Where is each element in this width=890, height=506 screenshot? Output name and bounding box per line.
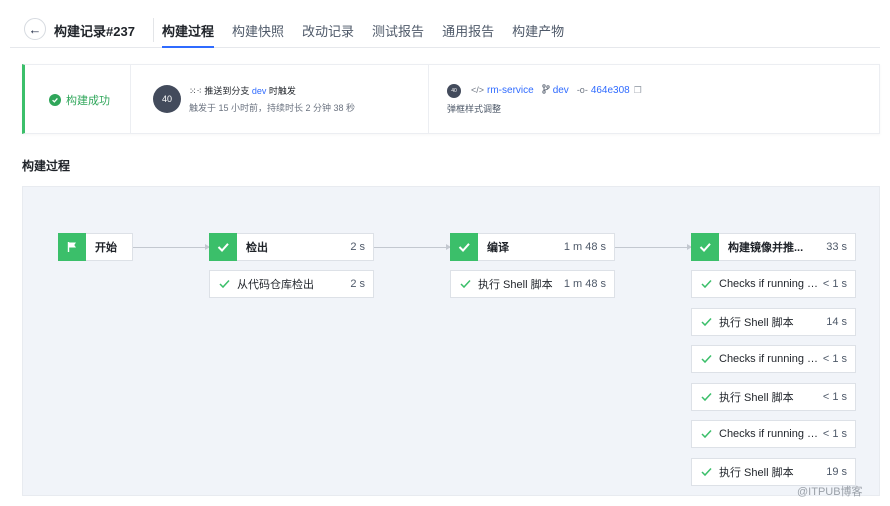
divider [428,65,429,133]
step-item[interactable]: 执行 Shell 脚本 19 s [691,458,856,486]
step-duration: < 1 s [822,391,847,403]
stage-duration: 33 s [826,241,847,253]
step-item[interactable]: 执行 Shell 脚本 1 m 48 s [450,270,615,298]
stage-name: 检出 [246,242,268,254]
step-name: Checks if running o... [719,278,819,290]
page-header: ← 构建记录#237 构建过程 构建快照 改动记录 测试报告 通用报告 构建产物 [10,10,880,48]
title-divider [153,18,154,42]
branch-link[interactable]: dev [553,85,569,96]
step-duration: < 1 s [822,278,847,290]
trigger-summary: ⁙⁖ 推送到分支 dev 时触发 [189,84,296,97]
check-icon [691,233,719,261]
tab-build-artifacts[interactable]: 构建产物 [512,10,564,48]
status-label: 构建成功 [66,95,110,107]
status-badge: 构建成功 [49,92,110,108]
connector-line [374,244,451,250]
step-name: 执行 Shell 脚本 [478,279,553,291]
check-icon [701,392,713,402]
step-name: 执行 Shell 脚本 [719,392,794,404]
step-duration: < 1 s [822,428,847,440]
step-item[interactable]: 执行 Shell 脚本 14 s [691,308,856,336]
connector-line [615,244,692,250]
step-duration: 1 m 48 s [563,278,606,290]
tab-general-report[interactable]: 通用报告 [442,10,494,48]
avatar: 40 [153,85,181,113]
connector-line [133,244,210,250]
watermark: @ITPUB博客 [797,486,863,498]
pipeline-start-node[interactable]: 开始 [58,233,133,261]
step-item[interactable]: Checks if running o... < 1 s [691,420,856,448]
step-item[interactable]: Checks if running o... < 1 s [691,345,856,373]
stage-compile[interactable]: 编译 1 m 48 s [450,233,615,261]
stage-name: 构建镜像并推... [728,242,804,254]
commit-link[interactable]: 464e308 [591,85,630,96]
stage-duration: 1 m 48 s [563,241,606,253]
back-button[interactable]: ← [24,18,46,40]
section-title: 构建过程 [22,159,71,173]
repo-link[interactable]: rm-service [487,85,534,96]
repo-info: </> rm-service dev -o- 464e308 ❐ [468,84,642,96]
tab-test-report[interactable]: 测试报告 [372,10,424,48]
trigger-text: 推送到分支 [204,86,250,96]
step-duration: < 1 s [822,353,847,365]
step-name: Checks if running o... [719,353,819,365]
divider [130,65,131,133]
start-label: 开始 [95,242,117,254]
arrow-left-icon: ← [28,21,42,37]
repo-avatar: 40 [447,84,461,98]
page-title: 构建记录#237 [54,24,135,39]
step-item[interactable]: Checks if running o... < 1 s [691,270,856,298]
step-item[interactable]: 执行 Shell 脚本 < 1 s [691,383,856,411]
trigger-branch-link[interactable]: dev [252,86,267,96]
trigger-text-end: 时触发 [268,86,296,96]
check-icon [701,467,713,477]
check-icon [219,279,231,289]
flag-icon [58,233,86,261]
step-duration: 19 s [826,466,847,478]
stage-build-image[interactable]: 构建镜像并推... 33 s [691,233,856,261]
step-name: 执行 Shell 脚本 [719,467,794,479]
check-icon [450,233,478,261]
trigger-detail: 触发于 15 小时前，持续时长 2 分钟 38 秒 [189,103,356,113]
check-icon [701,279,713,289]
tab-build-process[interactable]: 构建过程 [162,10,215,48]
commit-icon: -o- [576,85,588,95]
branch-icon [541,84,550,96]
check-icon [209,233,237,261]
tab-build-snapshot[interactable]: 构建快照 [232,10,284,48]
check-icon [701,317,713,327]
tab-change-log[interactable]: 改动记录 [302,10,354,48]
stage-name: 编译 [487,242,509,254]
trigger-user: ⁙⁖ [189,86,202,96]
step-item[interactable]: 从代码仓库检出 2 s [209,270,374,298]
step-duration: 14 s [826,316,847,328]
step-name: Checks if running o... [719,428,819,440]
copy-icon[interactable]: ❐ [634,85,642,96]
stage-duration: 2 s [350,241,365,253]
tab-bar: 构建过程 构建快照 改动记录 测试报告 通用报告 构建产物 [162,10,582,48]
commit-message: 弹框样式调整 [447,104,502,114]
check-icon [701,354,713,364]
check-circle-icon [49,94,61,106]
build-status-panel: 构建成功 40 ⁙⁖ 推送到分支 dev 时触发 触发于 15 小时前，持续时长… [22,64,880,134]
step-name: 从代码仓库检出 [237,279,314,291]
check-icon [460,279,472,289]
stage-checkout[interactable]: 检出 2 s [209,233,374,261]
pipeline-canvas[interactable]: 开始 检出 2 s 从代码仓库检出 2 s 编译 1 m 48 s 执行 She… [22,186,880,496]
step-name: 执行 Shell 脚本 [719,317,794,329]
code-icon: </> [471,85,485,95]
step-duration: 2 s [350,278,365,290]
check-icon [701,429,713,439]
